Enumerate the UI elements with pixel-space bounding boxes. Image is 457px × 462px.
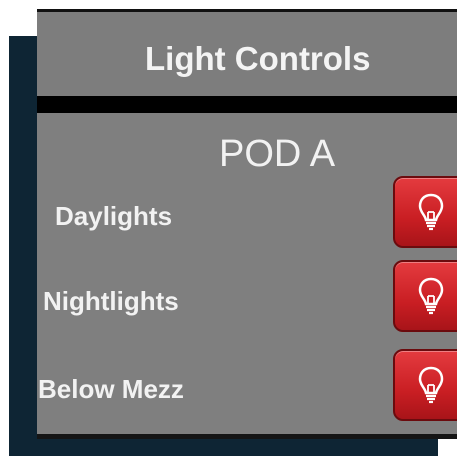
row-label-nightlights: Nightlights bbox=[43, 286, 179, 316]
row-label-below-mezz: Below Mezz bbox=[38, 374, 184, 404]
lightbulb-icon bbox=[418, 193, 444, 231]
lightbulb-icon bbox=[418, 366, 444, 404]
panel-header: Light Controls bbox=[37, 12, 457, 96]
pod-label: POD A bbox=[219, 133, 336, 175]
panel-title: Light Controls bbox=[145, 40, 371, 77]
daylights-toggle-button[interactable] bbox=[393, 176, 457, 248]
nightlights-toggle-button[interactable] bbox=[393, 260, 457, 332]
light-controls-panel: Light Controls POD A Daylights Nightligh… bbox=[37, 9, 457, 439]
panel-bottom-border bbox=[37, 434, 457, 439]
row-label-daylights: Daylights bbox=[55, 201, 173, 231]
below-mezz-toggle-button[interactable] bbox=[393, 349, 457, 421]
header-divider bbox=[37, 96, 457, 113]
lightbulb-icon bbox=[418, 277, 444, 315]
stage: Light Controls POD A Daylights Nightligh… bbox=[0, 0, 457, 462]
